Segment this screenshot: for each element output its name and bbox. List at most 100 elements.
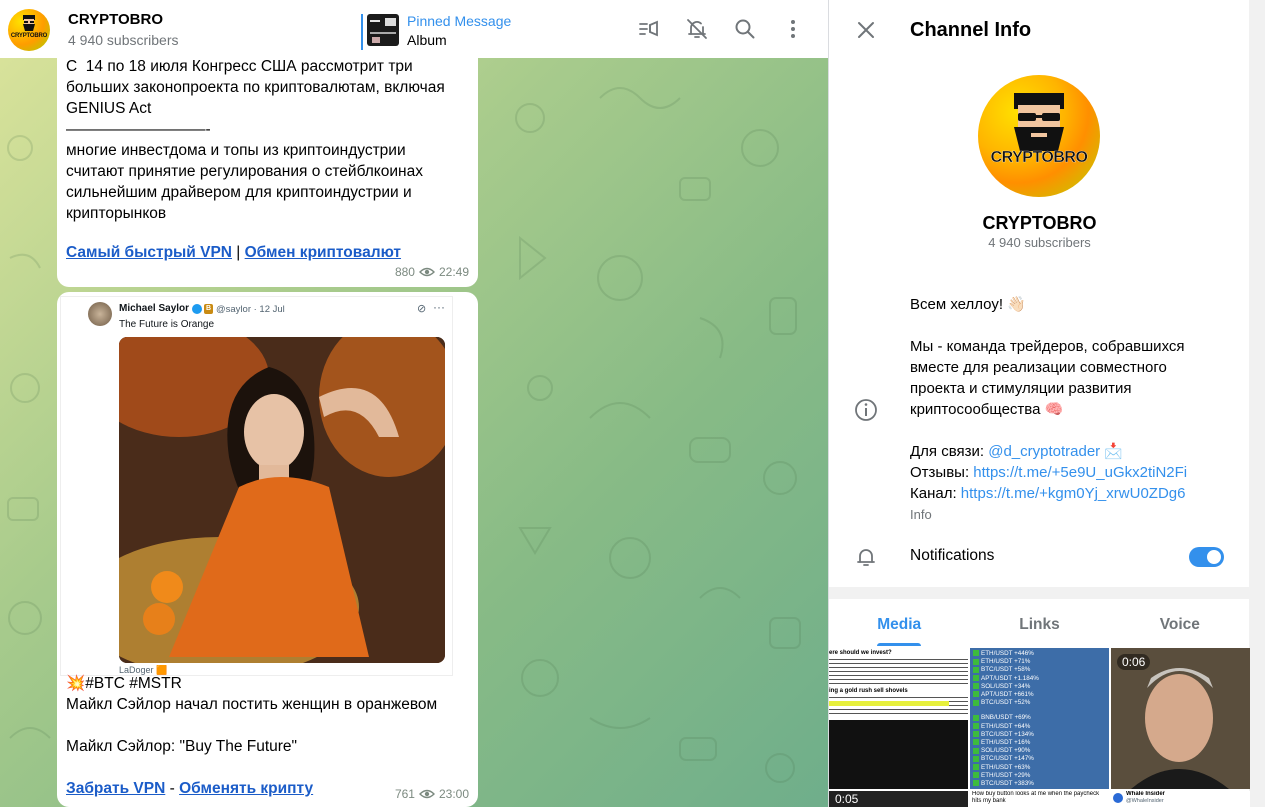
tile-caption: How buy button looks at me when the payc…	[972, 791, 1100, 804]
channel-label: Канал:	[910, 485, 961, 502]
link-separator: |	[231, 244, 245, 261]
media-tile[interactable]: Whale Insider @WhaleInsider	[1111, 791, 1250, 807]
check-icon	[973, 683, 979, 690]
message-meta: 880 22:49	[395, 265, 469, 279]
tile-caption: ere should we invest?	[829, 650, 892, 656]
media-tile-video[interactable]: 0:06	[1111, 648, 1250, 789]
trade-result-row: ETH/USDT +16%	[973, 739, 1039, 747]
message-text: С 14 по 18 июля Конгресс США рассмотрит …	[66, 58, 445, 222]
trade-result-row: ETH/USDT +64%	[973, 723, 1039, 731]
trade-result-text: ETH/USDT +71%	[981, 658, 1031, 666]
check-icon	[973, 722, 979, 729]
tab-voice[interactable]: Voice	[1110, 600, 1250, 646]
more-vertical-icon[interactable]	[781, 17, 805, 41]
tweet-author: Michael Saylor	[119, 303, 190, 314]
trade-result-text: ETH/USDT +16%	[981, 739, 1031, 747]
trade-result-text: BTC/USDT +58%	[981, 666, 1031, 674]
vpn-link[interactable]: Самый быстрый VPN	[66, 244, 232, 261]
tweet-handle: @saylor · 12 Jul	[216, 304, 285, 315]
info-caption: Info	[910, 507, 932, 522]
tab-links[interactable]: Links	[969, 600, 1109, 646]
message-links: Забрать VPN - Обменять крипту	[66, 778, 313, 799]
tweet-screenshot[interactable]: Michael Saylor B @saylor · 12 Jul ⊘ ··· …	[60, 296, 453, 676]
active-tab-indicator	[877, 643, 922, 646]
trade-results-list: ETH/USDT +446% ETH/USDT +71% BTC/USDT +58%…	[973, 650, 1039, 788]
message-bubble[interactable]: С 14 по 18 июля Конгресс США рассмотрит …	[57, 52, 478, 287]
trade-result-text: ETH/USDT +446%	[981, 650, 1034, 657]
check-icon	[973, 691, 979, 698]
check-icon	[973, 763, 979, 770]
live-stream-icon[interactable]	[637, 17, 661, 41]
trade-result-row: BTC/USDT +134%	[973, 731, 1039, 739]
pinned-message-label[interactable]: Pinned Message	[407, 13, 511, 29]
message-hashtags[interactable]: 💥#BTC #MSTR	[66, 673, 182, 694]
close-icon[interactable]	[854, 18, 878, 42]
pinned-thumbnail[interactable]	[367, 14, 399, 46]
check-icon	[973, 674, 979, 681]
tweet-text: The Future is Orange	[119, 319, 215, 330]
media-tile[interactable]: ETH/USDT +446% ETH/USDT +71% BTC/USDT +58%…	[970, 648, 1109, 789]
check-icon	[973, 650, 979, 657]
channel-link[interactable]: https://t.me/+kgm0Yj_xrwU0ZDg6	[961, 485, 1186, 502]
tab-media[interactable]: Media	[829, 600, 969, 646]
dark-block	[829, 720, 968, 789]
trade-result-row: ETH/USDT +29%	[973, 772, 1039, 780]
chat-background: С 14 по 18 июля Конгресс США рассмотрит …	[0, 52, 828, 807]
trade-result-row: SOL/USDT +90%	[973, 747, 1039, 755]
channel-avatar[interactable]: CRYPTOBRO	[8, 9, 50, 51]
check-icon	[973, 780, 979, 787]
message-line-2: Майкл Сэйлор: "Buy The Future"	[66, 738, 298, 755]
chat-header[interactable]: CRYPTOBRO CRYPTOBRO 4 940 subscribers Pi…	[0, 0, 828, 58]
trade-result-row: BTC/USDT +58%	[973, 666, 1039, 674]
trade-result-text: ETH/USDT +29%	[981, 771, 1031, 779]
message-links: Самый быстрый VPN | Обмен криптовалют	[66, 242, 401, 263]
channel-description[interactable]: Всем хеллоу! 👋🏻 Мы - команда трейдеров, …	[910, 294, 1187, 504]
trade-result-text: BTC/USDT +134%	[981, 730, 1034, 738]
pinned-message-text[interactable]: Album	[407, 32, 447, 48]
info-icon	[855, 399, 877, 421]
reviews-link[interactable]: https://t.me/+5e9U_uGkx2tiN2Fi	[973, 464, 1187, 481]
message-time: 23:00	[438, 787, 469, 801]
text-lines	[829, 697, 968, 717]
media-tile[interactable]: How buy button looks at me when the payc…	[970, 791, 1109, 807]
scrollbar[interactable]	[1249, 0, 1265, 807]
channel-logo-text: CRYPTOBRO	[990, 149, 1088, 166]
check-icon	[973, 747, 979, 754]
message-meta: 761 23:00	[395, 787, 469, 801]
message-bubble[interactable]: Michael Saylor B @saylor · 12 Jul ⊘ ··· …	[57, 292, 478, 807]
pinned-indicator	[361, 14, 363, 50]
logo-face-icon	[1014, 93, 1064, 151]
exchange-link[interactable]: Обмен криптовалют	[245, 244, 401, 261]
tweet-more-icon: ···	[433, 300, 445, 314]
trade-result-text: APT/USDT +661%	[981, 691, 1034, 699]
section-divider	[829, 587, 1265, 599]
check-icon	[973, 714, 979, 721]
vpn-link[interactable]: Забрать VPN	[66, 780, 165, 797]
trade-result-text: ETH/USDT +63%	[981, 763, 1031, 771]
contact-handle-link[interactable]: @d_cryptotrader	[988, 443, 1100, 460]
check-icon	[973, 755, 979, 762]
woman-in-orange-dress-image	[119, 337, 445, 663]
trade-result-text: BTC/USDT +52%	[981, 699, 1031, 707]
media-tile-video[interactable]: 0:05	[829, 791, 968, 807]
logo-face-icon	[23, 15, 35, 31]
notifications-toggle[interactable]	[1189, 547, 1224, 567]
tab-media-label: Media	[877, 616, 922, 633]
chat-pane: CRYPTOBRO CRYPTOBRO 4 940 subscribers Pi…	[0, 0, 828, 807]
trade-result-text: SOL/USDT +90%	[981, 747, 1031, 755]
channel-title[interactable]: CRYPTOBRO	[68, 11, 163, 28]
tile-caption: Whale Insider	[1126, 791, 1166, 797]
media-tile[interactable]: ere should we invest? ing a gold rush se…	[829, 648, 968, 789]
tab-links-label: Links	[1019, 616, 1060, 633]
about-body: Мы - команда трейдеров, собравшихся вмес…	[910, 338, 1185, 418]
exchange-link[interactable]: Обменять крипту	[179, 780, 313, 797]
trade-result-text: APT/USDT +1.184%	[981, 674, 1039, 682]
mute-bell-icon[interactable]	[685, 17, 709, 41]
reviews-label: Отзывы:	[910, 464, 974, 481]
trade-result-row: ETH/USDT +71%	[973, 658, 1039, 666]
channel-subscribers: 4 940 subscribers	[988, 235, 1091, 250]
trade-result-row: BTC/USDT +147%	[973, 755, 1039, 763]
channel-avatar-large[interactable]: CRYPTOBRO	[978, 75, 1100, 197]
search-icon[interactable]	[733, 17, 757, 41]
trade-result-row: APT/USDT +1.184%	[973, 675, 1039, 683]
